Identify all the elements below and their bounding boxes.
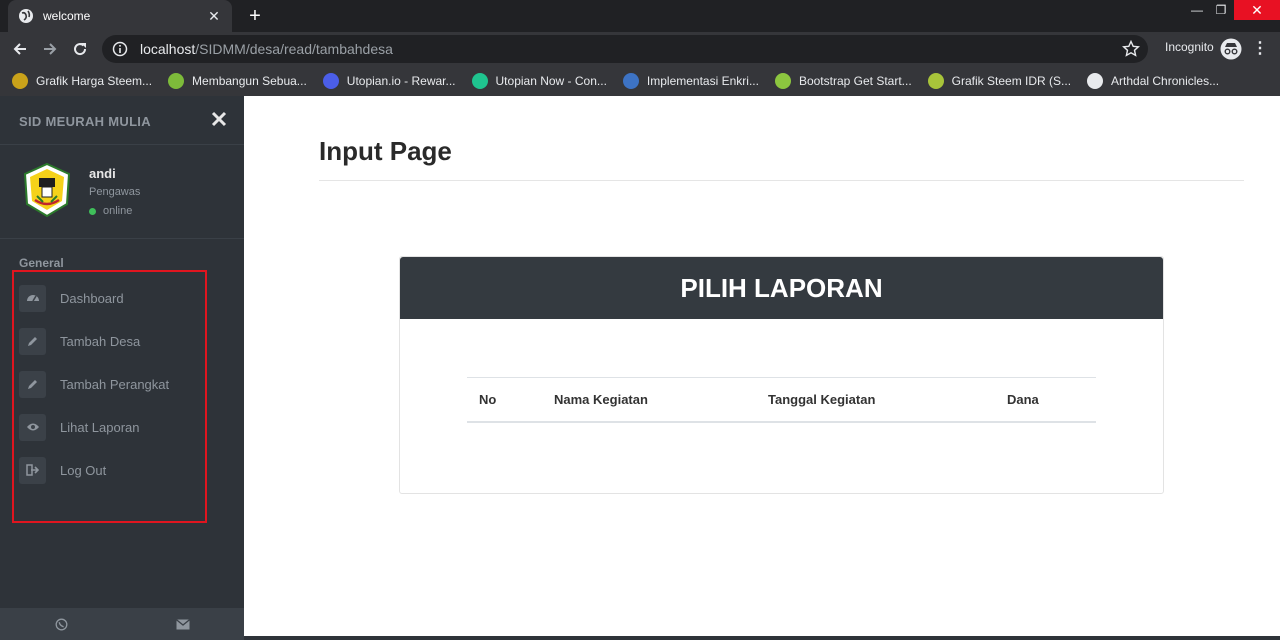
url-path: /SIDMM/desa/read/tambahdesa — [195, 41, 393, 57]
main-content: Input Page PILIH LAPORAN No Nama Kegiata… — [244, 96, 1280, 640]
bookmark-item[interactable]: Bootstrap Get Start... — [774, 73, 912, 89]
bookmark-favicon-icon — [927, 73, 944, 89]
dashboard-icon — [19, 284, 46, 312]
forward-button[interactable] — [38, 37, 62, 61]
sidebar-item-label: Log Out — [60, 462, 107, 478]
brand-title[interactable]: SID MEURAH MULIA — [19, 114, 151, 129]
pencil-icon — [19, 370, 46, 398]
sidebar-close-icon[interactable] — [208, 108, 230, 130]
sidebar-divider — [0, 144, 244, 145]
tab-close-icon[interactable]: ✕ — [206, 8, 222, 25]
sidebar-item-label: Tambah Desa — [60, 333, 141, 349]
bookmarks-bar: Grafik Harga Steem... Membangun Sebua...… — [0, 66, 1280, 96]
arrow-right-icon — [44, 43, 57, 55]
bookmark-label: Arthdal Chronicles... — [1111, 74, 1220, 88]
section-title: General — [19, 256, 64, 270]
bookmark-item[interactable]: Utopian.io - Rewar... — [322, 73, 456, 89]
report-panel: PILIH LAPORAN No Nama Kegiatan Tanggal K… — [399, 256, 1164, 494]
page-title: Input Page — [319, 136, 452, 166]
globe-icon — [18, 8, 34, 24]
restore-button[interactable]: ❐ — [1210, 0, 1232, 20]
bookmark-label: Bootstrap Get Start... — [798, 74, 912, 88]
incognito-label: Incognito — [1165, 40, 1214, 54]
bookmark-item[interactable]: Grafik Harga Steem... — [12, 73, 152, 89]
sidebar: SID MEURAH MULIA andi Pengawas online Ge… — [0, 96, 244, 640]
online-status-dot — [89, 208, 96, 215]
sidebar-item-lihat-laporan[interactable]: Lihat Laporan — [19, 413, 199, 441]
sidebar-item-label: Lihat Laporan — [60, 419, 140, 435]
sidebar-item-label: Tambah Perangkat — [60, 376, 170, 392]
bookmark-favicon-icon — [774, 73, 791, 89]
bookmark-favicon-icon — [322, 73, 339, 89]
pencil-icon — [19, 327, 46, 355]
bookmark-favicon-icon — [12, 73, 28, 89]
sidebar-item-dashboard[interactable]: Dashboard — [19, 284, 199, 312]
column-header-dana: Dana — [1007, 377, 1096, 423]
sidebar-item-tambah-desa[interactable]: Tambah Desa — [19, 327, 199, 355]
bookmark-item[interactable]: Utopian Now - Con... — [471, 73, 607, 89]
sign-out-icon — [19, 456, 46, 484]
column-header-no: No — [467, 377, 554, 423]
report-table: No Nama Kegiatan Tanggal Kegiatan Dana — [467, 377, 1096, 423]
bottom-strip — [244, 636, 1280, 640]
info-icon[interactable] — [112, 41, 128, 57]
menu-dots-icon[interactable]: ⋮ — [1252, 40, 1268, 58]
bookmark-item[interactable]: Arthdal Chronicles... — [1087, 73, 1219, 89]
profile-status: online — [103, 205, 133, 217]
sidebar-item-label: Dashboard — [60, 290, 124, 306]
bookmark-label: Membangun Sebua... — [192, 74, 307, 88]
browser-toolbar: localhost/SIDMM/desa/read/tambahdesa Inc… — [0, 32, 1280, 66]
sidebar-item-tambah-perangkat[interactable]: Tambah Perangkat — [19, 370, 199, 398]
bookmark-favicon-icon — [471, 73, 488, 89]
close-window-button[interactable]: ✕ — [1234, 0, 1280, 20]
bookmark-label: Utopian.io - Rewar... — [346, 74, 456, 88]
whatsapp-button[interactable] — [0, 608, 122, 640]
panel-title: PILIH LAPORAN — [680, 272, 883, 303]
title-divider — [319, 180, 1244, 181]
mail-button[interactable] — [122, 608, 244, 640]
whatsapp-icon — [55, 618, 67, 630]
bookmark-favicon-icon — [622, 73, 639, 89]
address-bar[interactable]: localhost/SIDMM/desa/read/tambahdesa — [102, 35, 1148, 63]
table-header-row: No Nama Kegiatan Tanggal Kegiatan Dana — [467, 377, 1096, 423]
bookmark-item[interactable]: Membangun Sebua... — [168, 73, 307, 89]
reload-button[interactable] — [68, 37, 92, 61]
star-icon[interactable] — [1122, 40, 1140, 58]
profile-role: Pengawas — [89, 186, 141, 198]
envelope-icon — [176, 618, 190, 629]
bookmark-label: Grafik Harga Steem... — [36, 74, 153, 88]
bookmark-label: Implementasi Enkri... — [646, 74, 759, 88]
bookmark-favicon-icon — [1087, 73, 1104, 89]
bookmark-label: Grafik Steem IDR (S... — [951, 74, 1072, 88]
tab-title: welcome — [43, 9, 91, 23]
reload-icon — [74, 43, 87, 56]
bookmark-item[interactable]: Implementasi Enkri... — [622, 73, 759, 89]
column-header-tanggal-kegiatan: Tanggal Kegiatan — [768, 377, 1007, 423]
browser-tab[interactable]: welcome ✕ — [8, 0, 232, 32]
avatar — [23, 162, 71, 218]
back-button[interactable] — [8, 37, 32, 61]
column-header-nama-kegiatan: Nama Kegiatan — [554, 377, 768, 423]
bookmark-item[interactable]: Grafik Steem IDR (S... — [927, 73, 1072, 89]
new-tab-button[interactable]: + — [244, 3, 266, 29]
sidebar-footer — [0, 608, 244, 640]
incognito-icon[interactable] — [1220, 38, 1242, 60]
panel-header: PILIH LAPORAN — [400, 257, 1163, 319]
bookmark-favicon-icon — [168, 73, 185, 89]
eye-icon — [19, 413, 46, 441]
minimize-button[interactable]: — — [1186, 0, 1208, 20]
browser-tabstrip: welcome ✕ + — ❐ ✕ — [0, 0, 1280, 32]
bookmark-label: Utopian Now - Con... — [495, 74, 607, 88]
sidebar-divider — [0, 238, 244, 239]
profile-name: andi — [89, 166, 116, 181]
url-host: localhost — [140, 41, 196, 57]
arrow-left-icon — [13, 43, 26, 55]
sidebar-item-log-out[interactable]: Log Out — [19, 456, 199, 484]
